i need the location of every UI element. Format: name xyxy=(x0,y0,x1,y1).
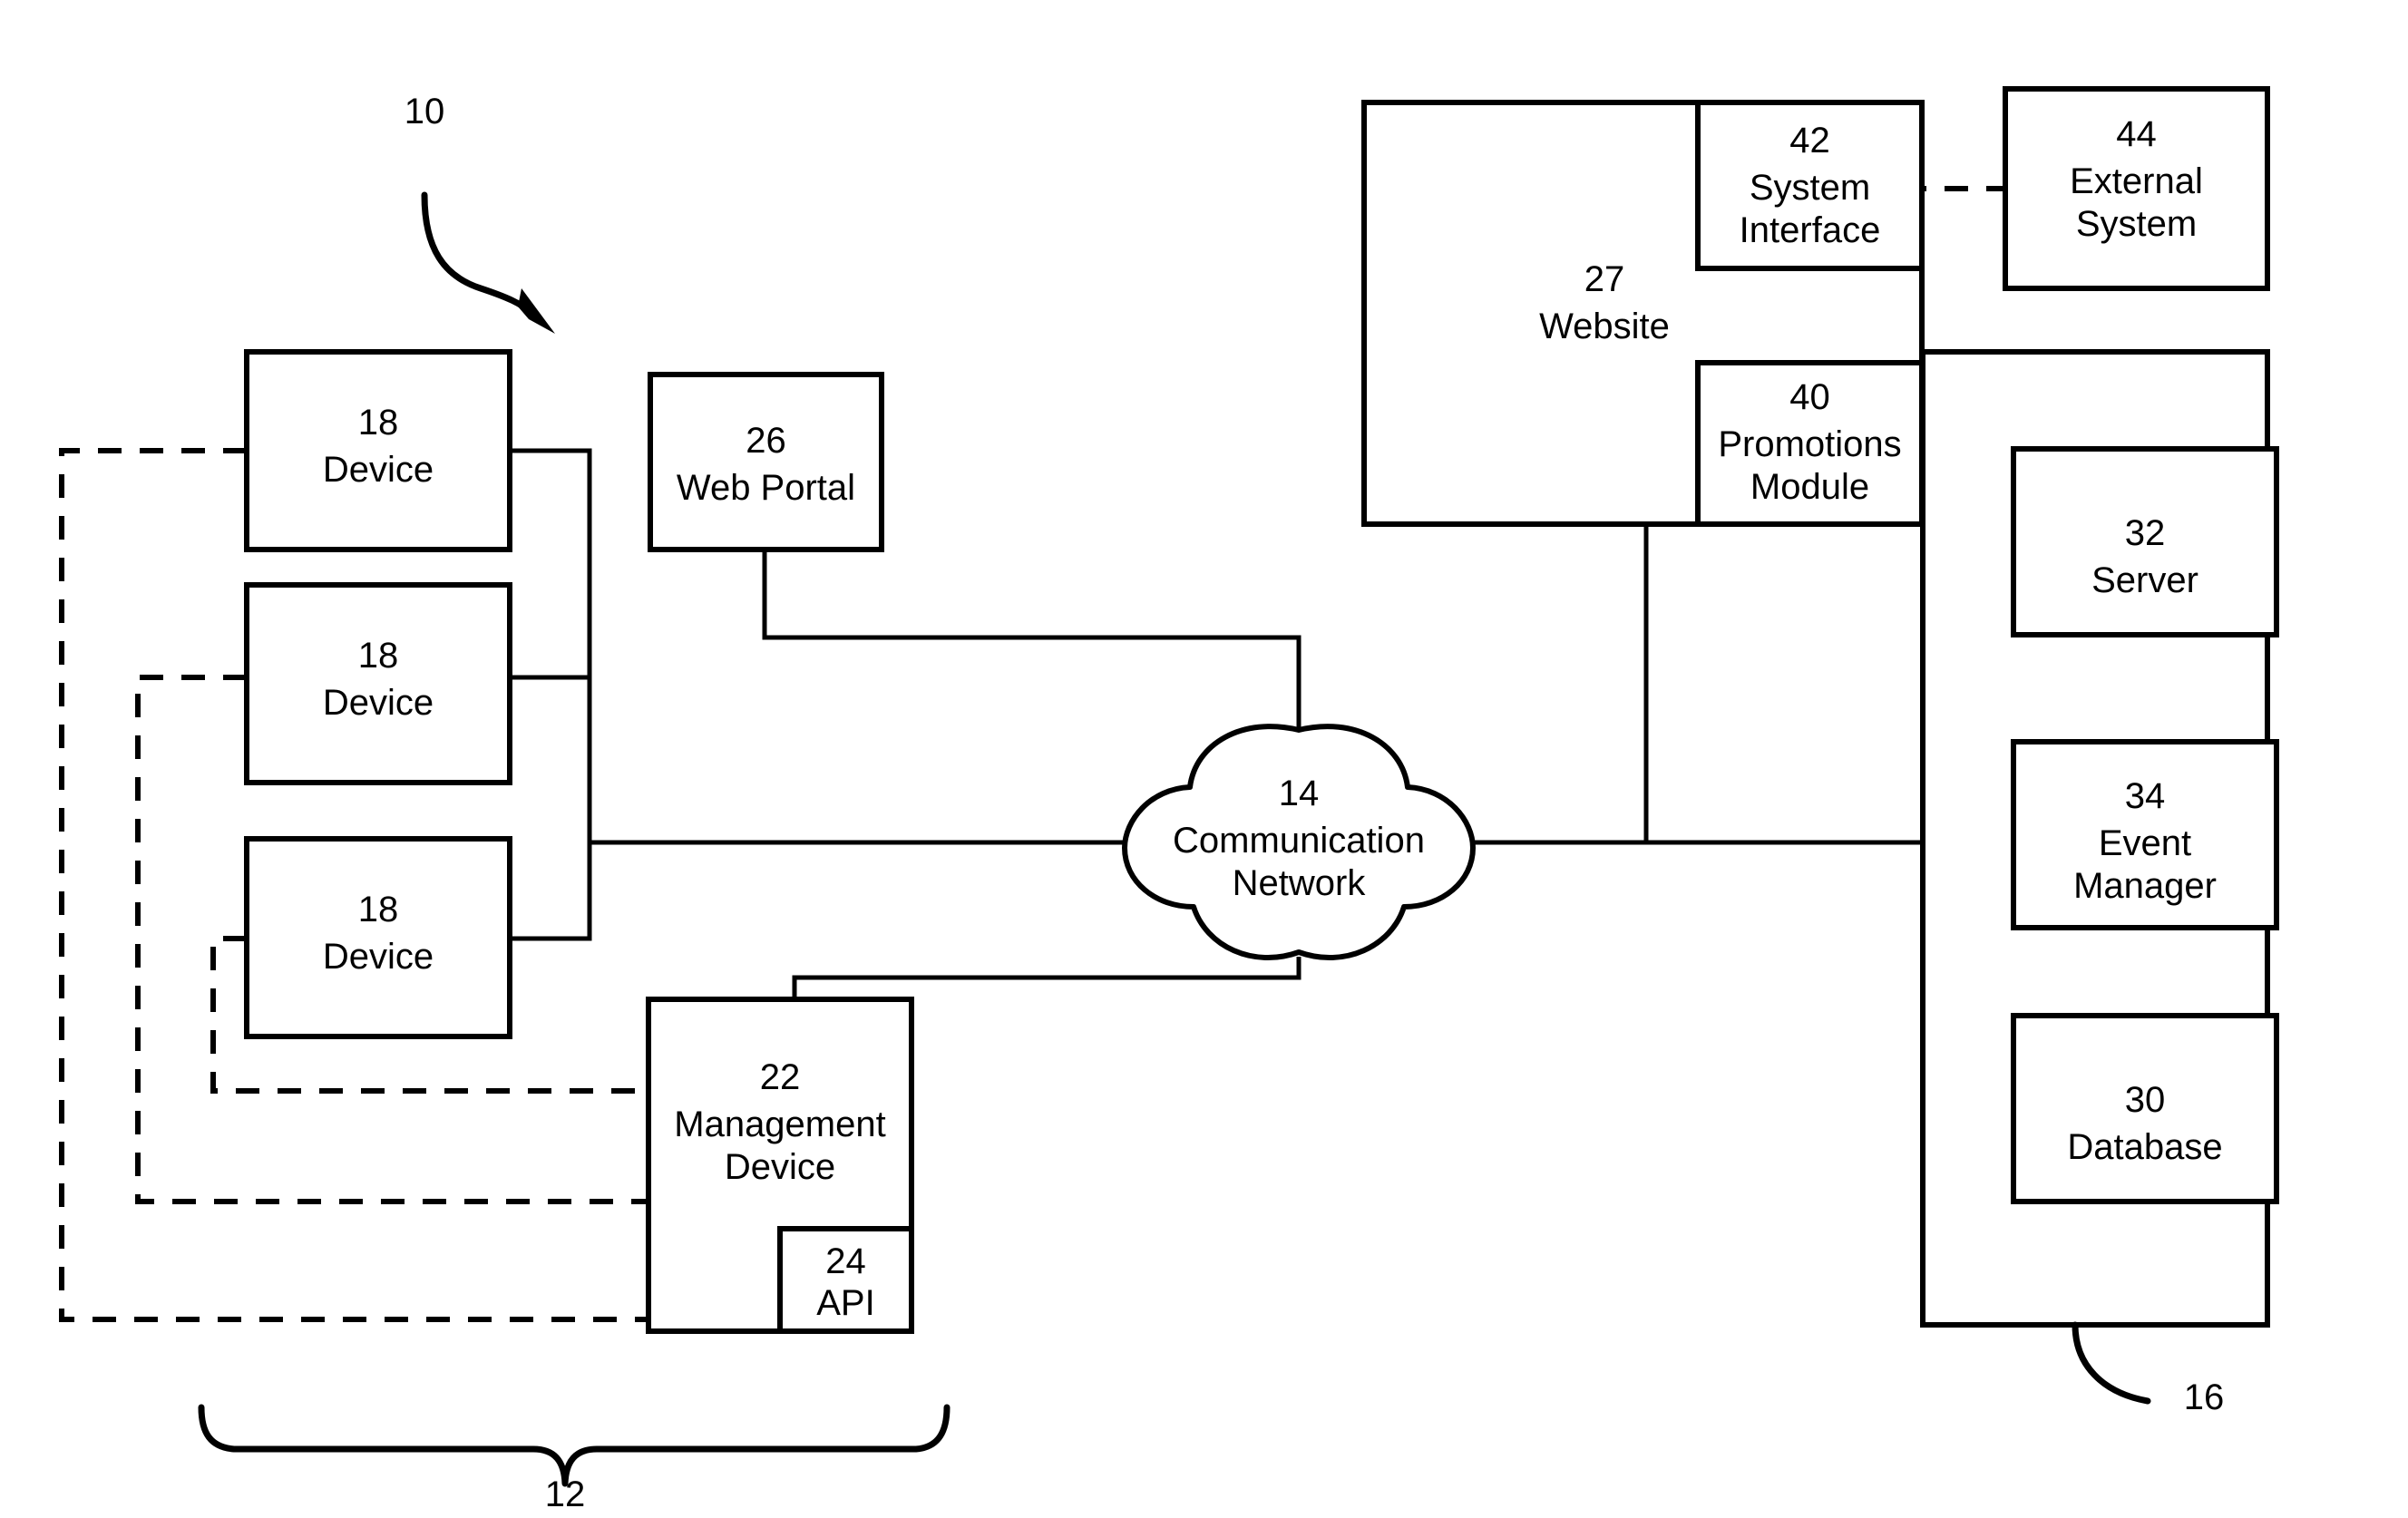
server-box[interactable] xyxy=(2011,446,2279,637)
external-system-box[interactable] xyxy=(2003,86,2270,291)
device-box-3[interactable] xyxy=(244,836,512,1039)
backend-ref-leader xyxy=(2072,1321,2151,1405)
device-box-1[interactable] xyxy=(244,349,512,552)
communication-network-cloud[interactable] xyxy=(1122,724,1476,961)
figure-ref-arrow-head xyxy=(518,288,555,334)
system-architecture-diagram: 10 18 Device 18 Device 18 Device 26 Web … xyxy=(0,0,2408,1518)
web-portal-box[interactable] xyxy=(648,372,884,552)
wire-webportal-to-network xyxy=(762,550,1301,730)
device-box-2[interactable] xyxy=(244,582,512,785)
diagram-canvas xyxy=(59,86,2279,1487)
wire-management-to-network xyxy=(792,957,1301,999)
figure-ref-leader-arrow xyxy=(421,191,535,316)
api-box[interactable] xyxy=(777,1226,914,1334)
database-box[interactable] xyxy=(2011,1013,2279,1204)
system-interface-box[interactable] xyxy=(1695,100,1925,271)
promotions-module-box[interactable] xyxy=(1695,360,1925,527)
wire-device1-to-bus xyxy=(510,448,592,677)
event-manager-box[interactable] xyxy=(2011,739,2279,930)
wire-device3-to-bus xyxy=(510,677,592,941)
left-group-brace xyxy=(198,1404,951,1487)
